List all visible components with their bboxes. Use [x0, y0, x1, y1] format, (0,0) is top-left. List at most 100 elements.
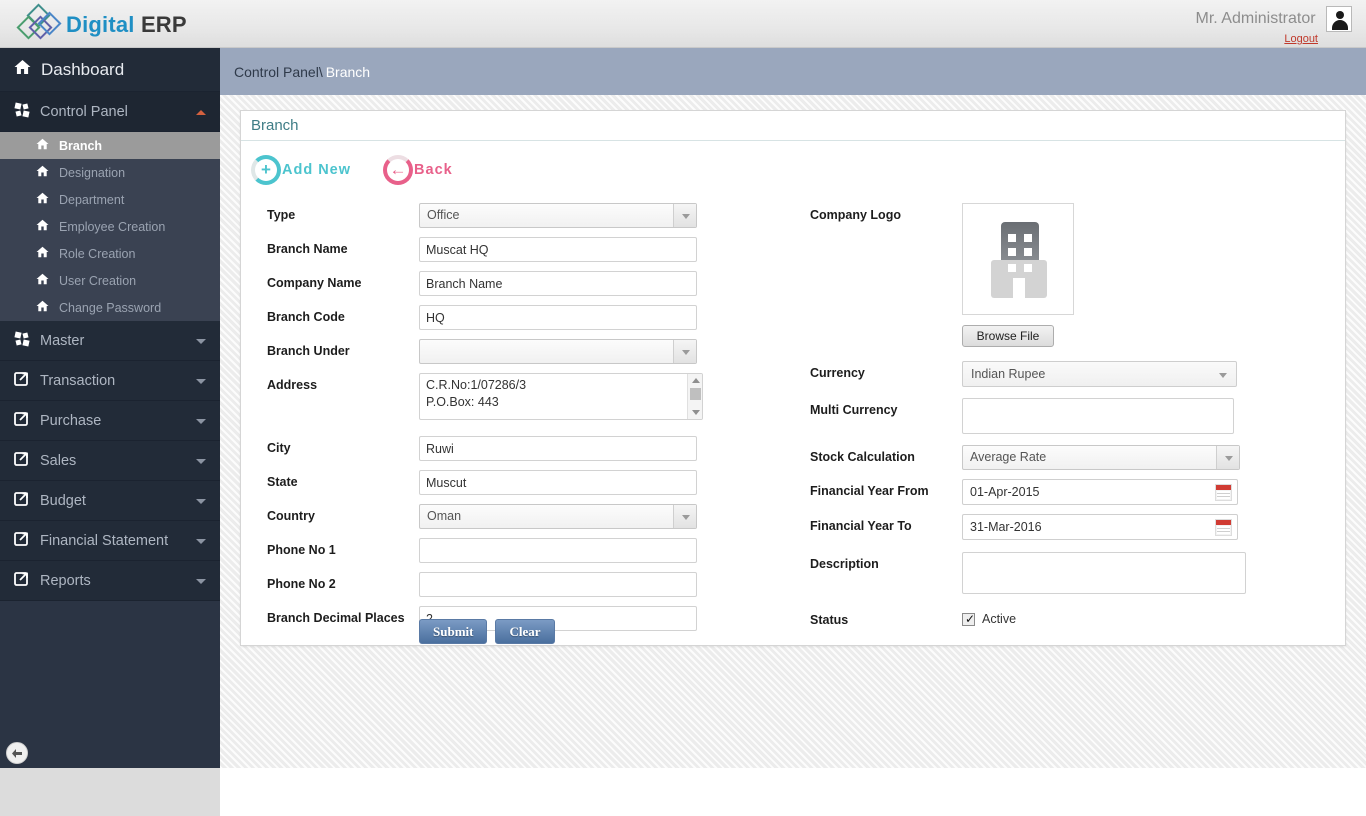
stock-calculation-select[interactable]: Average Rate: [962, 445, 1240, 470]
sidebar-collapse-button[interactable]: [6, 742, 28, 764]
status-active-checkbox[interactable]: ✓: [962, 612, 975, 626]
chevron-down-icon[interactable]: [196, 338, 206, 344]
avatar[interactable]: [1326, 6, 1352, 32]
sidebar-item-department[interactable]: Department: [0, 186, 220, 213]
calendar-icon[interactable]: [1215, 519, 1232, 536]
field-multi-currency: Multi Currency: [810, 398, 1310, 434]
branch-name-input[interactable]: [419, 237, 697, 262]
branch-under-select[interactable]: [419, 339, 697, 364]
clear-button[interactable]: Clear: [495, 619, 555, 644]
sidebar-item-branch[interactable]: Branch: [0, 132, 220, 159]
company-name-input[interactable]: [419, 271, 697, 296]
field-company-logo-label: Company Logo: [810, 208, 901, 222]
home-icon: [36, 165, 49, 180]
chevron-up-icon[interactable]: [196, 109, 206, 115]
chevron-down-icon[interactable]: [673, 340, 696, 363]
field-address-label: Address: [267, 378, 318, 392]
back-button[interactable]: ← Back: [383, 155, 453, 185]
sidebar-item-designation[interactable]: Designation: [0, 159, 220, 186]
sidebar-group-label: Financial Statement: [40, 532, 169, 549]
field-financial-year-from-label: Financial Year From: [810, 484, 929, 498]
chevron-down-icon[interactable]: [196, 378, 206, 384]
sidebar-group-label: Control Panel: [40, 103, 128, 120]
field-country-label: Country: [267, 509, 315, 523]
sidebar-item-user-creation[interactable]: User Creation: [0, 267, 220, 294]
field-currency: Currency Indian Rupee: [810, 361, 1310, 387]
panel-title: Branch: [241, 111, 1345, 141]
building-placeholder-icon: [991, 222, 1047, 298]
field-financial-year-from: Financial Year From 01-Apr-2015: [810, 479, 1310, 505]
field-state-label: State: [267, 475, 298, 489]
home-icon: [36, 300, 49, 315]
chevron-down-icon[interactable]: [196, 458, 206, 464]
phone-2-input[interactable]: [419, 572, 697, 597]
home-icon: [36, 138, 49, 153]
field-branch-code-label: Branch Code: [267, 310, 345, 324]
chevron-down-icon[interactable]: [673, 204, 696, 227]
financial-year-from-input[interactable]: 01-Apr-2015: [962, 479, 1238, 505]
description-textarea[interactable]: [962, 552, 1246, 594]
field-stock-calculation: Stock Calculation Average Rate: [810, 445, 1310, 470]
chevron-down-icon[interactable]: [1216, 446, 1239, 469]
browse-file-button[interactable]: Browse File: [962, 325, 1054, 347]
submit-button[interactable]: Submit: [419, 619, 488, 644]
field-branch-under-label: Branch Under: [267, 344, 350, 358]
currency-select[interactable]: Indian Rupee: [962, 361, 1237, 387]
home-icon: [36, 219, 49, 234]
type-select[interactable]: Office: [419, 203, 697, 228]
chevron-down-icon[interactable]: [196, 538, 206, 544]
sidebar-item-change-password[interactable]: Change Password: [0, 294, 220, 321]
sidebar-item-label: Role Creation: [59, 246, 136, 261]
country-select[interactable]: Oman: [419, 504, 697, 529]
city-input[interactable]: [419, 436, 697, 461]
sidebar-item-employee-creation[interactable]: Employee Creation: [0, 213, 220, 240]
state-input[interactable]: [419, 470, 697, 495]
sidebar-item-label: Branch: [59, 138, 103, 153]
pinwheel-icon: [14, 330, 30, 351]
sidebar-group-master[interactable]: Master: [0, 321, 220, 361]
sidebar-group-label: Budget: [40, 492, 86, 509]
branch-code-input[interactable]: [419, 305, 697, 330]
phone-1-input[interactable]: [419, 538, 697, 563]
financial-year-from-value: 01-Apr-2015: [970, 485, 1040, 499]
home-icon: [14, 59, 31, 80]
plus-circle-icon: +: [251, 155, 281, 185]
scroll-down-icon: [692, 410, 700, 415]
top-bar: Digital ERP Mr. Administrator Logout: [0, 0, 1366, 48]
external-link-icon: [14, 491, 30, 511]
sidebar-item-label: User Creation: [59, 273, 137, 288]
chevron-down-icon[interactable]: [196, 418, 206, 424]
sidebar-item-dashboard[interactable]: Dashboard: [0, 48, 220, 92]
add-new-button[interactable]: + Add New: [251, 155, 351, 185]
chevron-down-icon[interactable]: [196, 498, 206, 504]
calendar-icon[interactable]: [1215, 484, 1232, 501]
field-branch-name-label: Branch Name: [267, 242, 348, 256]
address-scrollbar[interactable]: [687, 374, 702, 419]
field-description-label: Description: [810, 557, 879, 571]
sidebar-dashboard-label: Dashboard: [41, 59, 125, 79]
sidebar-group-budget[interactable]: Budget: [0, 481, 220, 521]
multi-currency-input[interactable]: [962, 398, 1234, 434]
panel-actions: + Add New ← Back: [251, 155, 485, 185]
chevron-down-icon[interactable]: [673, 505, 696, 528]
chevron-down-icon[interactable]: [196, 578, 206, 584]
logout-link[interactable]: Logout: [1196, 33, 1318, 45]
sidebar: Dashboard Control Panel Branch Designation…: [0, 48, 220, 816]
field-decimal-places-label: Branch Decimal Places: [267, 611, 405, 625]
sidebar-group-financial-statement[interactable]: Financial Statement: [0, 521, 220, 561]
sidebar-group-control-panel[interactable]: Control Panel: [0, 92, 220, 132]
financial-year-to-input[interactable]: 31-Mar-2016: [962, 514, 1238, 540]
form-column-left: Type Office Branch Name Company Name Bra…: [267, 203, 747, 640]
app-logo[interactable]: Digital ERP: [16, 3, 187, 44]
address-textarea[interactable]: C.R.No:1/07286/3 P.O.Box: 443: [419, 373, 703, 420]
sidebar-group-purchase[interactable]: Purchase: [0, 401, 220, 441]
breadcrumb-parent[interactable]: Control Panel\: [234, 64, 323, 80]
sidebar-group-sales[interactable]: Sales: [0, 441, 220, 481]
field-country: Country Oman: [267, 504, 747, 529]
sidebar-group-reports[interactable]: Reports: [0, 561, 220, 601]
field-status-label: Status: [810, 613, 849, 627]
field-company-logo: Company Logo Browse File: [810, 203, 1310, 347]
sidebar-group-transaction[interactable]: Transaction: [0, 361, 220, 401]
chevron-down-icon: [1219, 373, 1227, 378]
sidebar-item-role-creation[interactable]: Role Creation: [0, 240, 220, 267]
